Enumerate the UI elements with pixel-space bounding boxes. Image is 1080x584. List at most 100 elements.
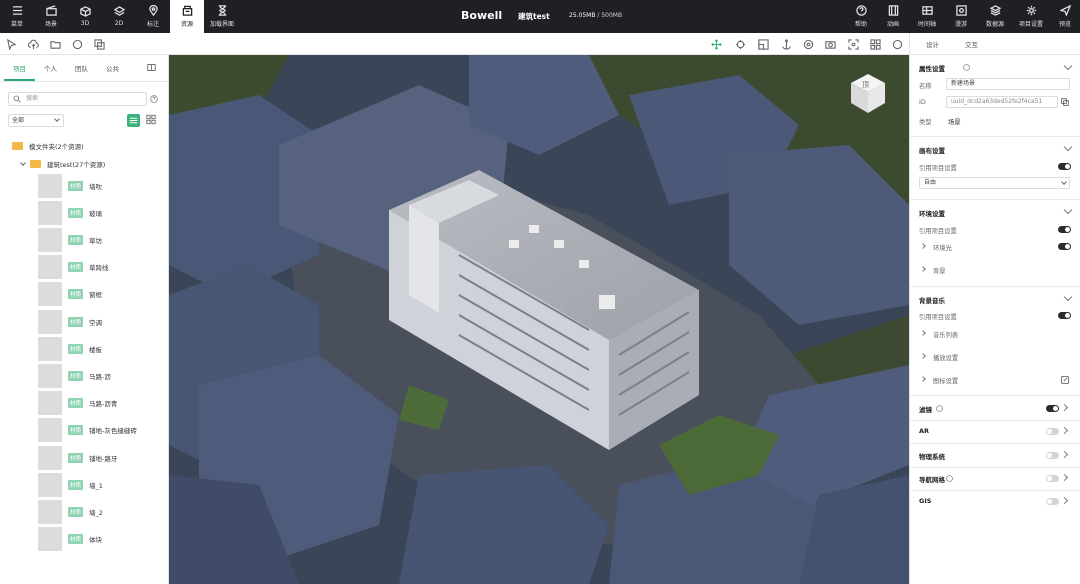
roam-button[interactable]: 漫游 [944, 0, 978, 33]
list-item[interactable]: 材质 马路-沥青 [38, 391, 117, 416]
feature-row[interactable]: GIS [910, 497, 1080, 511]
list-view-button[interactable] [127, 114, 140, 127]
list-icon [129, 117, 138, 124]
move-tool[interactable] [709, 37, 723, 51]
name-field[interactable]: 新建场景 [946, 78, 1070, 90]
canvas-mode-select[interactable]: 自由 [919, 177, 1070, 189]
3d-button[interactable]: 3D [68, 0, 102, 33]
menu-icon [12, 6, 22, 15]
anchor-tool[interactable] [779, 37, 793, 51]
chevron-right-icon[interactable] [920, 353, 926, 359]
list-item[interactable]: 材质 墙吹 [38, 173, 102, 198]
feature-row[interactable]: 导航网格 [910, 473, 1080, 488]
material-badge: 材质 [68, 262, 84, 273]
help-button[interactable]: 帮助 [846, 0, 876, 33]
preview-button[interactable]: 预览 [1050, 0, 1080, 33]
scale-icon [757, 38, 769, 50]
book-icon[interactable] [147, 63, 156, 72]
canvas-ref-toggle[interactable] [1058, 163, 1071, 170]
scene-button[interactable]: 场景 [34, 0, 68, 33]
copy-tool[interactable] [92, 37, 106, 51]
feature-row[interactable]: AR [910, 427, 1080, 441]
annotation-button[interactable]: 标注 [136, 0, 170, 33]
chevron-down-icon[interactable] [1063, 142, 1073, 152]
list-item[interactable]: 材质 窗框 [38, 282, 102, 307]
menu-button[interactable]: 菜单 [0, 0, 34, 33]
tab-personal[interactable]: 个人 [35, 63, 66, 81]
list-item[interactable]: 材质 空调 [38, 309, 102, 334]
chevron-right-icon[interactable] [1060, 427, 1069, 435]
help-icon[interactable] [946, 475, 953, 482]
root-folder[interactable]: 模文件夹(2个资源) [12, 141, 84, 151]
animation-button[interactable]: 动画 [876, 0, 910, 33]
chevron-right-icon[interactable] [1060, 403, 1069, 412]
list-item[interactable]: 材质 玻璃 [38, 200, 102, 225]
copy-icon[interactable] [1061, 98, 1069, 106]
filter-select[interactable]: 全部 [8, 114, 64, 127]
feature-toggle[interactable] [1046, 405, 1059, 412]
chevron-right-icon[interactable] [1060, 450, 1069, 458]
chevron-right-icon[interactable] [920, 266, 926, 272]
chevron-right-icon[interactable] [920, 376, 926, 382]
feature-row[interactable]: 滤镜 [910, 403, 1080, 418]
grid-view-icon[interactable] [146, 114, 156, 125]
3d-viewport[interactable]: 顶 [169, 55, 909, 584]
circle-tool[interactable] [70, 37, 84, 51]
list-item[interactable]: 材质 楼板 [38, 336, 102, 361]
list-item[interactable]: 材质 马路-沥 [38, 363, 111, 388]
chevron-down-icon[interactable] [1063, 205, 1073, 215]
help-icon[interactable] [963, 64, 970, 71]
env-ref-toggle[interactable] [1058, 226, 1071, 233]
help-icon[interactable] [936, 405, 943, 412]
chevron-right-icon[interactable] [920, 243, 926, 249]
tab-interaction[interactable]: 交互 [965, 39, 978, 49]
loading-screen-button[interactable]: 加载界面 [204, 0, 240, 33]
rotate-tool[interactable] [733, 37, 747, 51]
scale-tool[interactable] [756, 37, 770, 51]
help-icon[interactable] [150, 95, 158, 103]
music-ref-toggle[interactable] [1058, 312, 1071, 319]
select-tool[interactable] [4, 37, 18, 51]
list-item[interactable]: 材质 铺地-灰色缝缝砖 [38, 418, 137, 443]
brand-logo: Bowell [461, 9, 503, 22]
search-input[interactable]: 搜索 [8, 92, 147, 106]
2d-button[interactable]: 2D [102, 0, 136, 33]
feature-toggle[interactable] [1046, 428, 1059, 436]
ambient-toggle[interactable] [1058, 243, 1071, 250]
feature-toggle[interactable] [1046, 498, 1059, 506]
camera-tool[interactable] [823, 37, 837, 51]
feature-label: 导航网格 [919, 475, 945, 484]
timeline-button[interactable]: 时间轴 [910, 0, 944, 33]
chevron-right-icon[interactable] [920, 330, 926, 336]
sub-folder[interactable]: 建筑test(27个资源) [20, 159, 105, 169]
chevron-right-icon[interactable] [1060, 473, 1069, 481]
chevron-down-icon[interactable] [1063, 292, 1073, 302]
datasource-button[interactable]: 数据源 [978, 0, 1012, 33]
list-item[interactable]: 材质 草坊 [38, 227, 102, 252]
nav-cube-label[interactable]: 顶 [862, 80, 869, 90]
tab-design[interactable]: 设计 [926, 39, 939, 49]
focus-tool[interactable] [846, 37, 860, 51]
circle-icon [72, 39, 82, 49]
more-tool[interactable] [890, 37, 904, 51]
edit-icon[interactable] [1061, 376, 1069, 384]
tab-public[interactable]: 公共 [97, 63, 128, 81]
chevron-down-icon[interactable] [1063, 61, 1073, 71]
list-item[interactable]: 材质 草跨线 [38, 255, 109, 280]
feature-row[interactable]: 物理系统 [910, 450, 1080, 465]
project-settings-button[interactable]: 项目设置 [1012, 0, 1050, 33]
grid-tool[interactable] [868, 37, 882, 51]
list-item[interactable]: 材质 墙_2 [38, 499, 103, 524]
list-item[interactable]: 材质 墙_1 [38, 472, 103, 497]
list-item[interactable]: 材质 铺地-路牙 [38, 445, 117, 470]
folder-tool[interactable] [48, 37, 62, 51]
tab-team[interactable]: 团队 [66, 63, 97, 81]
feature-toggle[interactable] [1046, 474, 1059, 482]
feature-toggle[interactable] [1046, 451, 1059, 459]
tab-project[interactable]: 项目 [4, 63, 35, 81]
target-tool[interactable] [801, 37, 815, 51]
material-thumbnail [38, 391, 62, 416]
upload-tool[interactable] [26, 37, 40, 51]
chevron-right-icon[interactable] [1060, 497, 1069, 505]
resource-button[interactable]: 资源 [170, 0, 204, 33]
